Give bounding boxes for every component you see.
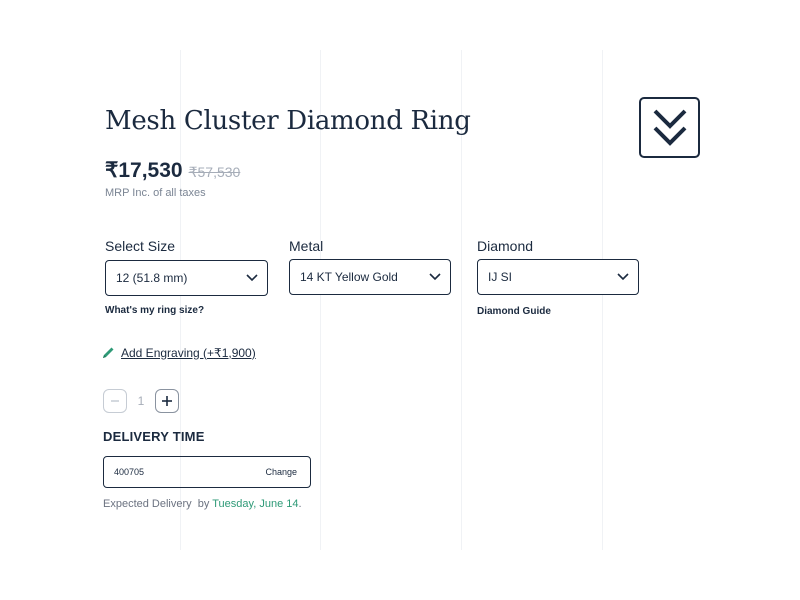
increase-quantity-button[interactable] xyxy=(155,389,179,413)
quantity-stepper: 1 xyxy=(103,389,179,413)
ring-size-link[interactable]: What's my ring size? xyxy=(105,305,204,316)
expected-delivery: Expected Delivery by Tuesday, June 14. xyxy=(103,498,302,510)
add-engraving-link[interactable]: Add Engraving (+₹1,900) xyxy=(101,345,256,360)
expected-delivery-suffix: . xyxy=(298,498,302,510)
grid-guide xyxy=(602,50,603,550)
pincode-input[interactable] xyxy=(114,467,234,477)
expected-delivery-date: Tuesday, June 14 xyxy=(212,498,299,510)
metal-select-value: 14 KT Yellow Gold xyxy=(300,270,398,284)
change-pincode-button[interactable]: Change xyxy=(265,467,297,477)
tax-note: MRP Inc. of all taxes xyxy=(105,187,206,199)
quantity-value: 1 xyxy=(137,394,145,408)
decrease-quantity-button[interactable] xyxy=(103,389,127,413)
chevron-down-icon xyxy=(617,273,629,281)
original-price: ₹57,530 xyxy=(188,164,241,180)
pincode-box: Change xyxy=(103,456,311,488)
pencil-icon xyxy=(103,347,114,358)
minus-icon xyxy=(111,400,119,402)
sale-price: ₹17,530 xyxy=(105,159,183,182)
add-engraving-label: Add Engraving (+₹1,900) xyxy=(121,345,256,360)
product-page: Mesh Cluster Diamond Ring ₹17,530 ₹57,53… xyxy=(0,0,800,600)
scroll-down-button[interactable] xyxy=(639,97,700,158)
double-chevron-down-icon xyxy=(653,109,686,146)
metal-select[interactable]: 14 KT Yellow Gold xyxy=(289,259,451,295)
diamond-select-value: IJ SI xyxy=(488,270,513,284)
chevron-down-icon xyxy=(246,274,258,282)
size-label: Select Size xyxy=(105,238,176,254)
size-select-value: 12 (51.8 mm) xyxy=(116,271,188,285)
metal-label: Metal xyxy=(289,238,324,254)
product-title: Mesh Cluster Diamond Ring xyxy=(105,106,471,136)
diamond-guide-link[interactable]: Diamond Guide xyxy=(477,306,551,317)
price-row: ₹17,530 ₹57,530 xyxy=(105,158,240,183)
expected-delivery-prefix: Expected Delivery by xyxy=(103,498,210,510)
delivery-heading: DELIVERY TIME xyxy=(103,429,205,444)
size-select[interactable]: 12 (51.8 mm) xyxy=(105,260,268,296)
diamond-select[interactable]: IJ SI xyxy=(477,259,639,295)
chevron-down-icon xyxy=(429,273,441,281)
diamond-label: Diamond xyxy=(477,238,534,254)
plus-icon xyxy=(162,396,172,406)
